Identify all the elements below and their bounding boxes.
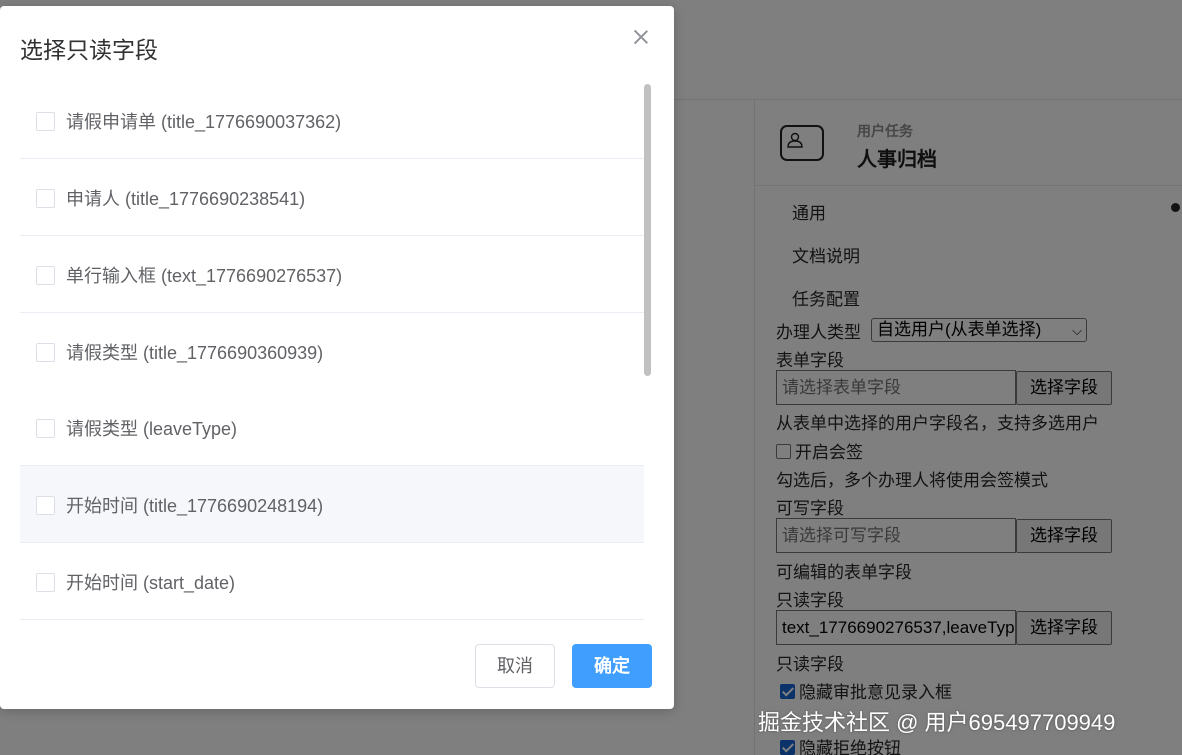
field-checkbox[interactable] (36, 419, 55, 438)
list-item[interactable]: 请假类型 (leaveType) (20, 389, 644, 466)
field-label: 申请人 (title_1776690238541) (66, 189, 306, 209)
field-checkbox[interactable] (36, 573, 55, 592)
dialog-title: 选择只读字段 (20, 37, 158, 63)
list-item[interactable]: 单行输入框 (text_1776690276537) (20, 236, 644, 313)
cancel-button[interactable]: 取消 (475, 644, 555, 688)
field-list: 请假申请单 (title_1776690037362) 申请人 (title_1… (20, 82, 654, 622)
field-label: 单行输入框 (text_1776690276537) (66, 266, 343, 286)
close-icon[interactable] (629, 25, 653, 49)
watermark: 掘金技术社区 @ 用户695497709949 (758, 710, 1116, 735)
list-item[interactable]: 请假申请单 (title_1776690037362) (20, 82, 644, 159)
list-item[interactable]: 申请人 (title_1776690238541) (20, 159, 644, 236)
field-checkbox[interactable] (36, 112, 55, 131)
list-scrollbar[interactable] (644, 84, 651, 376)
field-label: 请假类型 (title_1776690360939) (66, 343, 324, 363)
select-readonly-fields-dialog: 选择只读字段 请假申请单 (title_1776690037362) 申请人 (… (0, 6, 674, 709)
field-label: 请假类型 (leaveType) (66, 419, 238, 439)
field-label: 请假申请单 (title_1776690037362) (66, 112, 342, 132)
confirm-button[interactable]: 确定 (572, 644, 652, 688)
field-checkbox[interactable] (36, 496, 55, 515)
field-checkbox[interactable] (36, 189, 55, 208)
field-checkbox[interactable] (36, 343, 55, 362)
field-label: 开始时间 (title_1776690248194) (66, 496, 324, 516)
list-item[interactable]: 请假类型 (title_1776690360939) (20, 313, 644, 390)
field-label: 开始时间 (start_date) (66, 573, 236, 593)
field-checkbox[interactable] (36, 266, 55, 285)
list-item[interactable]: 开始时间 (start_date) (20, 543, 644, 620)
list-item[interactable]: 开始时间 (title_1776690248194) (20, 466, 644, 543)
